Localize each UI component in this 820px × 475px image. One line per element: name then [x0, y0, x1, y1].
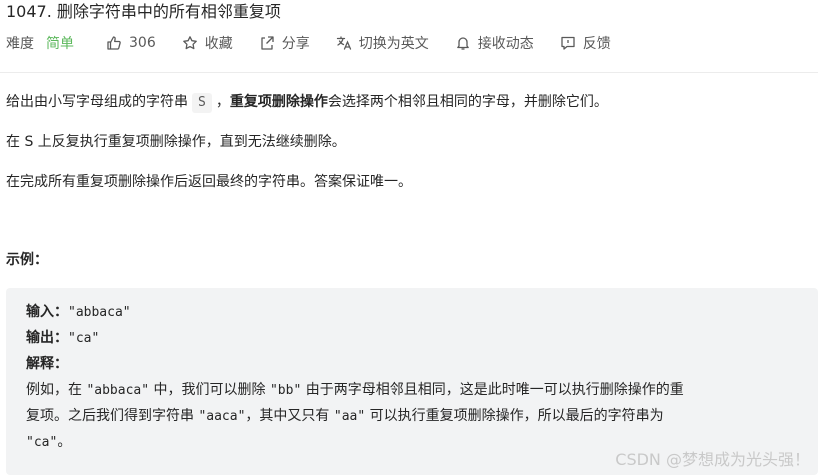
header-divider — [0, 72, 818, 73]
description-text: 给出由小写字母组成的字符串 — [6, 94, 188, 110]
difficulty-label: 难度 — [6, 36, 34, 52]
favorite-label: 收藏 — [204, 36, 233, 52]
share-icon — [259, 35, 275, 51]
explain-text: 例如，在 — [26, 382, 87, 398]
explain-code: "bb" — [269, 383, 302, 398]
description-text: 会选择两个相邻且相同的字母，并删除它们。 — [327, 94, 608, 110]
explain-text: 复项。之后我们得到字符串 — [26, 408, 199, 424]
example-explain-line-1: 例如，在 "abbaca" 中，我们可以删除 "bb" 由于两字母相邻且相同，这… — [26, 380, 684, 401]
explain-text: 中，我们可以删除 — [149, 382, 270, 398]
feedback-icon — [560, 35, 576, 51]
input-value: "abbaca" — [68, 305, 131, 320]
input-label: 输入： — [26, 304, 68, 320]
difficulty-badge: 简单 — [46, 36, 74, 52]
output-label: 输出： — [26, 330, 68, 346]
problem-title: 1047. 删除字符串中的所有相邻重复项 — [6, 2, 281, 21]
description-text: ， — [215, 94, 230, 110]
inline-code: S — [192, 93, 212, 113]
example-explain-label: 解释： — [26, 354, 68, 374]
explain-code: "ca" — [26, 435, 58, 450]
explain-text: ，其中又只有 — [245, 408, 334, 424]
output-value: "ca" — [68, 331, 100, 346]
thumbs-up-icon — [106, 35, 122, 51]
share-label: 分享 — [281, 36, 310, 52]
translate-button[interactable]: 切换为英文 — [336, 33, 429, 53]
share-button[interactable]: 分享 — [259, 33, 310, 53]
explain-code: "abbaca" — [86, 383, 150, 398]
example-explain-line-2: 复项。之后我们得到字符串 "aaca"，其中又只有 "aa" 可以执行重复项删除… — [26, 406, 664, 427]
translate-label: 切换为英文 — [358, 36, 429, 52]
watermark: CSDN @梦想成为光头强！ — [615, 450, 810, 469]
description-bold-term: 重复项删除操作 — [229, 94, 328, 110]
explain-text: 由于两字母相邻且相同，这是此时唯一可以执行删除操作的重 — [301, 382, 684, 398]
notify-button[interactable]: 接收动态 — [455, 33, 534, 53]
star-icon — [182, 35, 198, 51]
description-paragraph-1: 给出由小写字母组成的字符串 S ，重复项删除操作会选择两个相邻且相同的字母，并删除它… — [6, 92, 608, 113]
like-button[interactable]: 306 — [106, 35, 156, 51]
favorite-button[interactable]: 收藏 — [182, 33, 233, 53]
example-heading: 示例： — [6, 252, 48, 268]
explain-text: 。 — [57, 434, 72, 450]
like-count: 306 — [129, 35, 156, 51]
explain-code: "aaca" — [198, 409, 246, 424]
notify-label: 接收动态 — [477, 36, 534, 52]
example-explain-line-3: "ca"。 — [26, 432, 71, 453]
explain-text: 可以执行重复项删除操作，所以最后的字符串为 — [365, 408, 664, 424]
bell-icon — [455, 35, 471, 51]
description-paragraph-3: 在完成所有重复项删除操作后返回最终的字符串。答案保证唯一。 — [6, 174, 412, 190]
translate-icon — [336, 35, 352, 51]
feedback-label: 反馈 — [582, 36, 611, 52]
feedback-button[interactable]: 反馈 — [560, 33, 611, 53]
description-paragraph-2: 在 S 上反复执行重复项删除操作，直到无法继续删除。 — [6, 134, 346, 150]
explain-label: 解释： — [26, 356, 68, 372]
problem-toolbar: 难度 简单 306 收藏 分享 切换为英文 接收动态 反馈 — [6, 32, 637, 54]
explain-code: "aa" — [333, 409, 366, 424]
example-output-line: 输出："ca" — [26, 328, 99, 349]
example-input-line: 输入："abbaca" — [26, 302, 131, 323]
